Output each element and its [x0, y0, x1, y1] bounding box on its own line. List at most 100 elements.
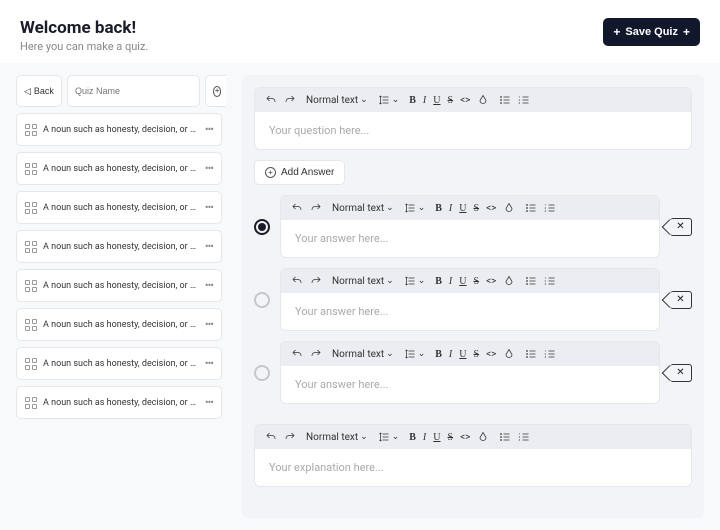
code-button[interactable]: <>: [486, 203, 496, 214]
answer-radio[interactable]: [254, 219, 270, 235]
italic-button[interactable]: I: [449, 203, 452, 214]
line-height-select[interactable]: [404, 275, 426, 287]
redo-icon[interactable]: [284, 94, 296, 106]
plus-icon: +: [613, 25, 620, 39]
redo-icon[interactable]: [310, 348, 322, 360]
text-style-select[interactable]: Normal text: [332, 349, 394, 360]
line-height-select[interactable]: [404, 348, 426, 360]
line-height-select[interactable]: [404, 202, 426, 214]
redo-icon[interactable]: [310, 275, 322, 287]
question-list-item[interactable]: A noun such as honesty, decision, or … •…: [16, 113, 222, 146]
undo-icon[interactable]: [291, 348, 303, 360]
save-quiz-button[interactable]: + Save Quiz +: [603, 18, 700, 46]
question-input[interactable]: Your question here...: [255, 112, 691, 149]
numbered-list-button[interactable]: 123: [518, 94, 530, 106]
plus-circle-icon: +: [265, 167, 276, 178]
strikethrough-button[interactable]: S: [448, 95, 454, 106]
question-preview-text: A noun such as honesty, decision, or …: [43, 281, 199, 291]
line-height-select[interactable]: [378, 431, 400, 443]
question-list-item[interactable]: A noun such as honesty, decision, or … •…: [16, 230, 222, 263]
undo-icon[interactable]: [265, 431, 277, 443]
numbered-list-button[interactable]: 123: [518, 431, 530, 443]
more-icon[interactable]: •••: [205, 318, 213, 331]
question-list-item[interactable]: A noun such as honesty, decision, or … •…: [16, 308, 222, 341]
italic-button[interactable]: I: [423, 432, 426, 443]
color-picker-button[interactable]: [503, 275, 515, 287]
more-icon[interactable]: •••: [205, 123, 213, 136]
answer-editor: Normal text B I U S <> 123 Your answer h…: [280, 341, 660, 404]
undo-icon[interactable]: [291, 275, 303, 287]
bullet-list-button[interactable]: [525, 202, 537, 214]
answer-radio[interactable]: [254, 292, 270, 308]
numbered-list-button[interactable]: 123: [544, 202, 556, 214]
strikethrough-button[interactable]: S: [474, 203, 480, 214]
bullet-list-button[interactable]: [525, 275, 537, 287]
code-button[interactable]: <>: [460, 95, 470, 106]
answer-input[interactable]: Your answer here...: [281, 220, 659, 257]
bold-button[interactable]: B: [409, 95, 416, 106]
explanation-input[interactable]: Your explanation here...: [255, 449, 691, 486]
underline-button[interactable]: U: [459, 349, 466, 360]
color-picker-button[interactable]: [477, 94, 489, 106]
more-icon[interactable]: •••: [205, 240, 213, 253]
color-picker-button[interactable]: [503, 348, 515, 360]
more-icon[interactable]: •••: [205, 357, 213, 370]
question-list: A noun such as honesty, decision, or … •…: [16, 113, 226, 419]
numbered-list-button[interactable]: 123: [544, 275, 556, 287]
italic-button[interactable]: I: [449, 349, 452, 360]
redo-icon[interactable]: [284, 431, 296, 443]
question-preview-text: A noun such as honesty, decision, or …: [43, 359, 199, 369]
strikethrough-button[interactable]: S: [448, 432, 454, 443]
answer-input[interactable]: Your answer here...: [281, 293, 659, 330]
italic-button[interactable]: I: [423, 95, 426, 106]
add-answer-button[interactable]: + Add Answer: [254, 160, 345, 185]
more-icon[interactable]: •••: [205, 201, 213, 214]
question-list-item[interactable]: A noun such as honesty, decision, or … •…: [16, 191, 222, 224]
bullet-list-button[interactable]: [499, 431, 511, 443]
bullet-list-button[interactable]: [499, 94, 511, 106]
code-button[interactable]: <>: [486, 349, 496, 360]
color-picker-button[interactable]: [477, 431, 489, 443]
quiz-name-input[interactable]: [67, 75, 200, 107]
code-button[interactable]: <>: [486, 276, 496, 287]
italic-button[interactable]: I: [449, 276, 452, 287]
question-list-item[interactable]: A noun such as honesty, decision, or … •…: [16, 269, 222, 302]
question-list-item[interactable]: A noun such as honesty, decision, or … •…: [16, 152, 222, 185]
bullet-list-button[interactable]: [525, 348, 537, 360]
redo-icon[interactable]: [310, 202, 322, 214]
text-style-select[interactable]: Normal text: [332, 203, 394, 214]
back-button[interactable]: ◁ Back: [16, 75, 62, 107]
underline-button[interactable]: U: [433, 432, 440, 443]
question-list-item[interactable]: A noun such as honesty, decision, or … •…: [16, 347, 222, 380]
bold-button[interactable]: B: [435, 203, 442, 214]
add-answer-label: Add Answer: [281, 167, 334, 178]
numbered-list-button[interactable]: 123: [544, 348, 556, 360]
text-style-select[interactable]: Normal text: [306, 432, 368, 443]
more-icon[interactable]: •••: [205, 279, 213, 292]
strikethrough-button[interactable]: S: [474, 349, 480, 360]
toolbar: Normal text B I U S <> 123: [281, 342, 659, 366]
text-style-select[interactable]: Normal text: [332, 276, 394, 287]
question-list-item[interactable]: A noun such as honesty, decision, or … •…: [16, 386, 222, 419]
add-question-button[interactable]: + Add Question: [205, 75, 226, 107]
color-picker-button[interactable]: [503, 202, 515, 214]
bold-button[interactable]: B: [435, 349, 442, 360]
more-icon[interactable]: •••: [205, 396, 213, 409]
undo-icon[interactable]: [291, 202, 303, 214]
code-button[interactable]: <>: [460, 432, 470, 443]
underline-button[interactable]: U: [459, 276, 466, 287]
answer-radio[interactable]: [254, 365, 270, 381]
underline-button[interactable]: U: [459, 203, 466, 214]
strikethrough-button[interactable]: S: [474, 276, 480, 287]
bold-button[interactable]: B: [409, 432, 416, 443]
more-icon[interactable]: •••: [205, 162, 213, 175]
delete-answer-button[interactable]: ✕: [670, 364, 692, 382]
delete-answer-button[interactable]: ✕: [670, 291, 692, 309]
bold-button[interactable]: B: [435, 276, 442, 287]
underline-button[interactable]: U: [433, 95, 440, 106]
delete-answer-button[interactable]: ✕: [670, 218, 692, 236]
text-style-select[interactable]: Normal text: [306, 95, 368, 106]
undo-icon[interactable]: [265, 94, 277, 106]
line-height-select[interactable]: [378, 94, 400, 106]
answer-input[interactable]: Your answer here...: [281, 366, 659, 403]
